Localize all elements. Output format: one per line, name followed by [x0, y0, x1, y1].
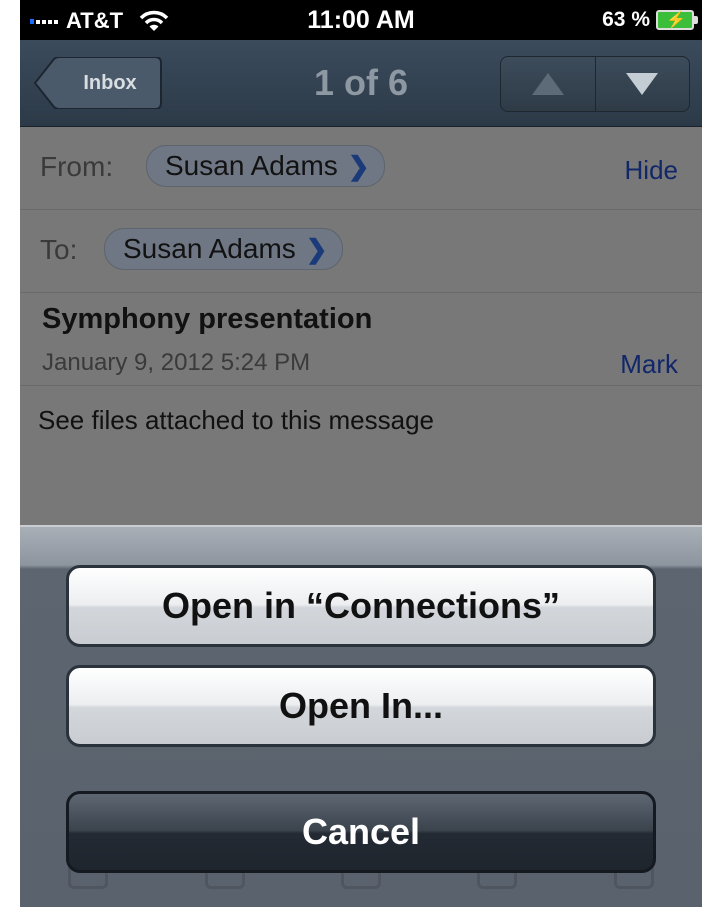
open-in-connections-button[interactable]: Open in “Connections” — [66, 565, 656, 647]
status-bar: AT&T 11:00 AM 63 % ⚡ — [20, 0, 702, 40]
down-arrow-icon — [626, 73, 659, 95]
email-body: See files attached to this message — [38, 405, 435, 435]
battery-percent: 63 % — [602, 8, 650, 31]
to-recipient-name: Susan Adams — [123, 233, 296, 264]
next-message-button[interactable] — [594, 57, 690, 111]
from-sender-name: Susan Adams — [165, 150, 338, 181]
status-time: 11:00 AM — [307, 6, 415, 34]
divider — [20, 385, 702, 386]
up-arrow-icon — [531, 73, 564, 95]
email-date: January 9, 2012 5:24 PM — [42, 349, 311, 376]
nav-bar: Inbox 1 of 6 — [20, 40, 702, 127]
chevron-right-icon: ❯ — [347, 150, 370, 181]
to-label: To: — [40, 234, 78, 265]
action-sheet: Open in “Connections” Open In... Cancel — [20, 525, 702, 907]
previous-message-button[interactable] — [501, 57, 595, 111]
from-row: From: Susan Adams ❯ Hide — [20, 127, 702, 210]
mark-link[interactable]: Mark — [620, 349, 678, 380]
to-row: To: Susan Adams ❯ — [20, 210, 702, 293]
chevron-right-icon: ❯ — [305, 233, 328, 264]
email-content: From: Susan Adams ❯ Hide To: Susan Adams… — [20, 127, 702, 525]
message-navigation-segment — [500, 56, 690, 112]
from-sender-chip[interactable]: Susan Adams ❯ — [146, 145, 385, 187]
cancel-button[interactable]: Cancel — [66, 791, 656, 873]
hide-link[interactable]: Hide — [625, 155, 678, 186]
to-recipient-chip[interactable]: Susan Adams ❯ — [104, 228, 343, 270]
battery-icon: ⚡ — [656, 10, 698, 30]
email-subject: Symphony presentation — [42, 303, 373, 335]
from-label: From: — [40, 151, 114, 182]
open-in-button[interactable]: Open In... — [66, 665, 656, 747]
